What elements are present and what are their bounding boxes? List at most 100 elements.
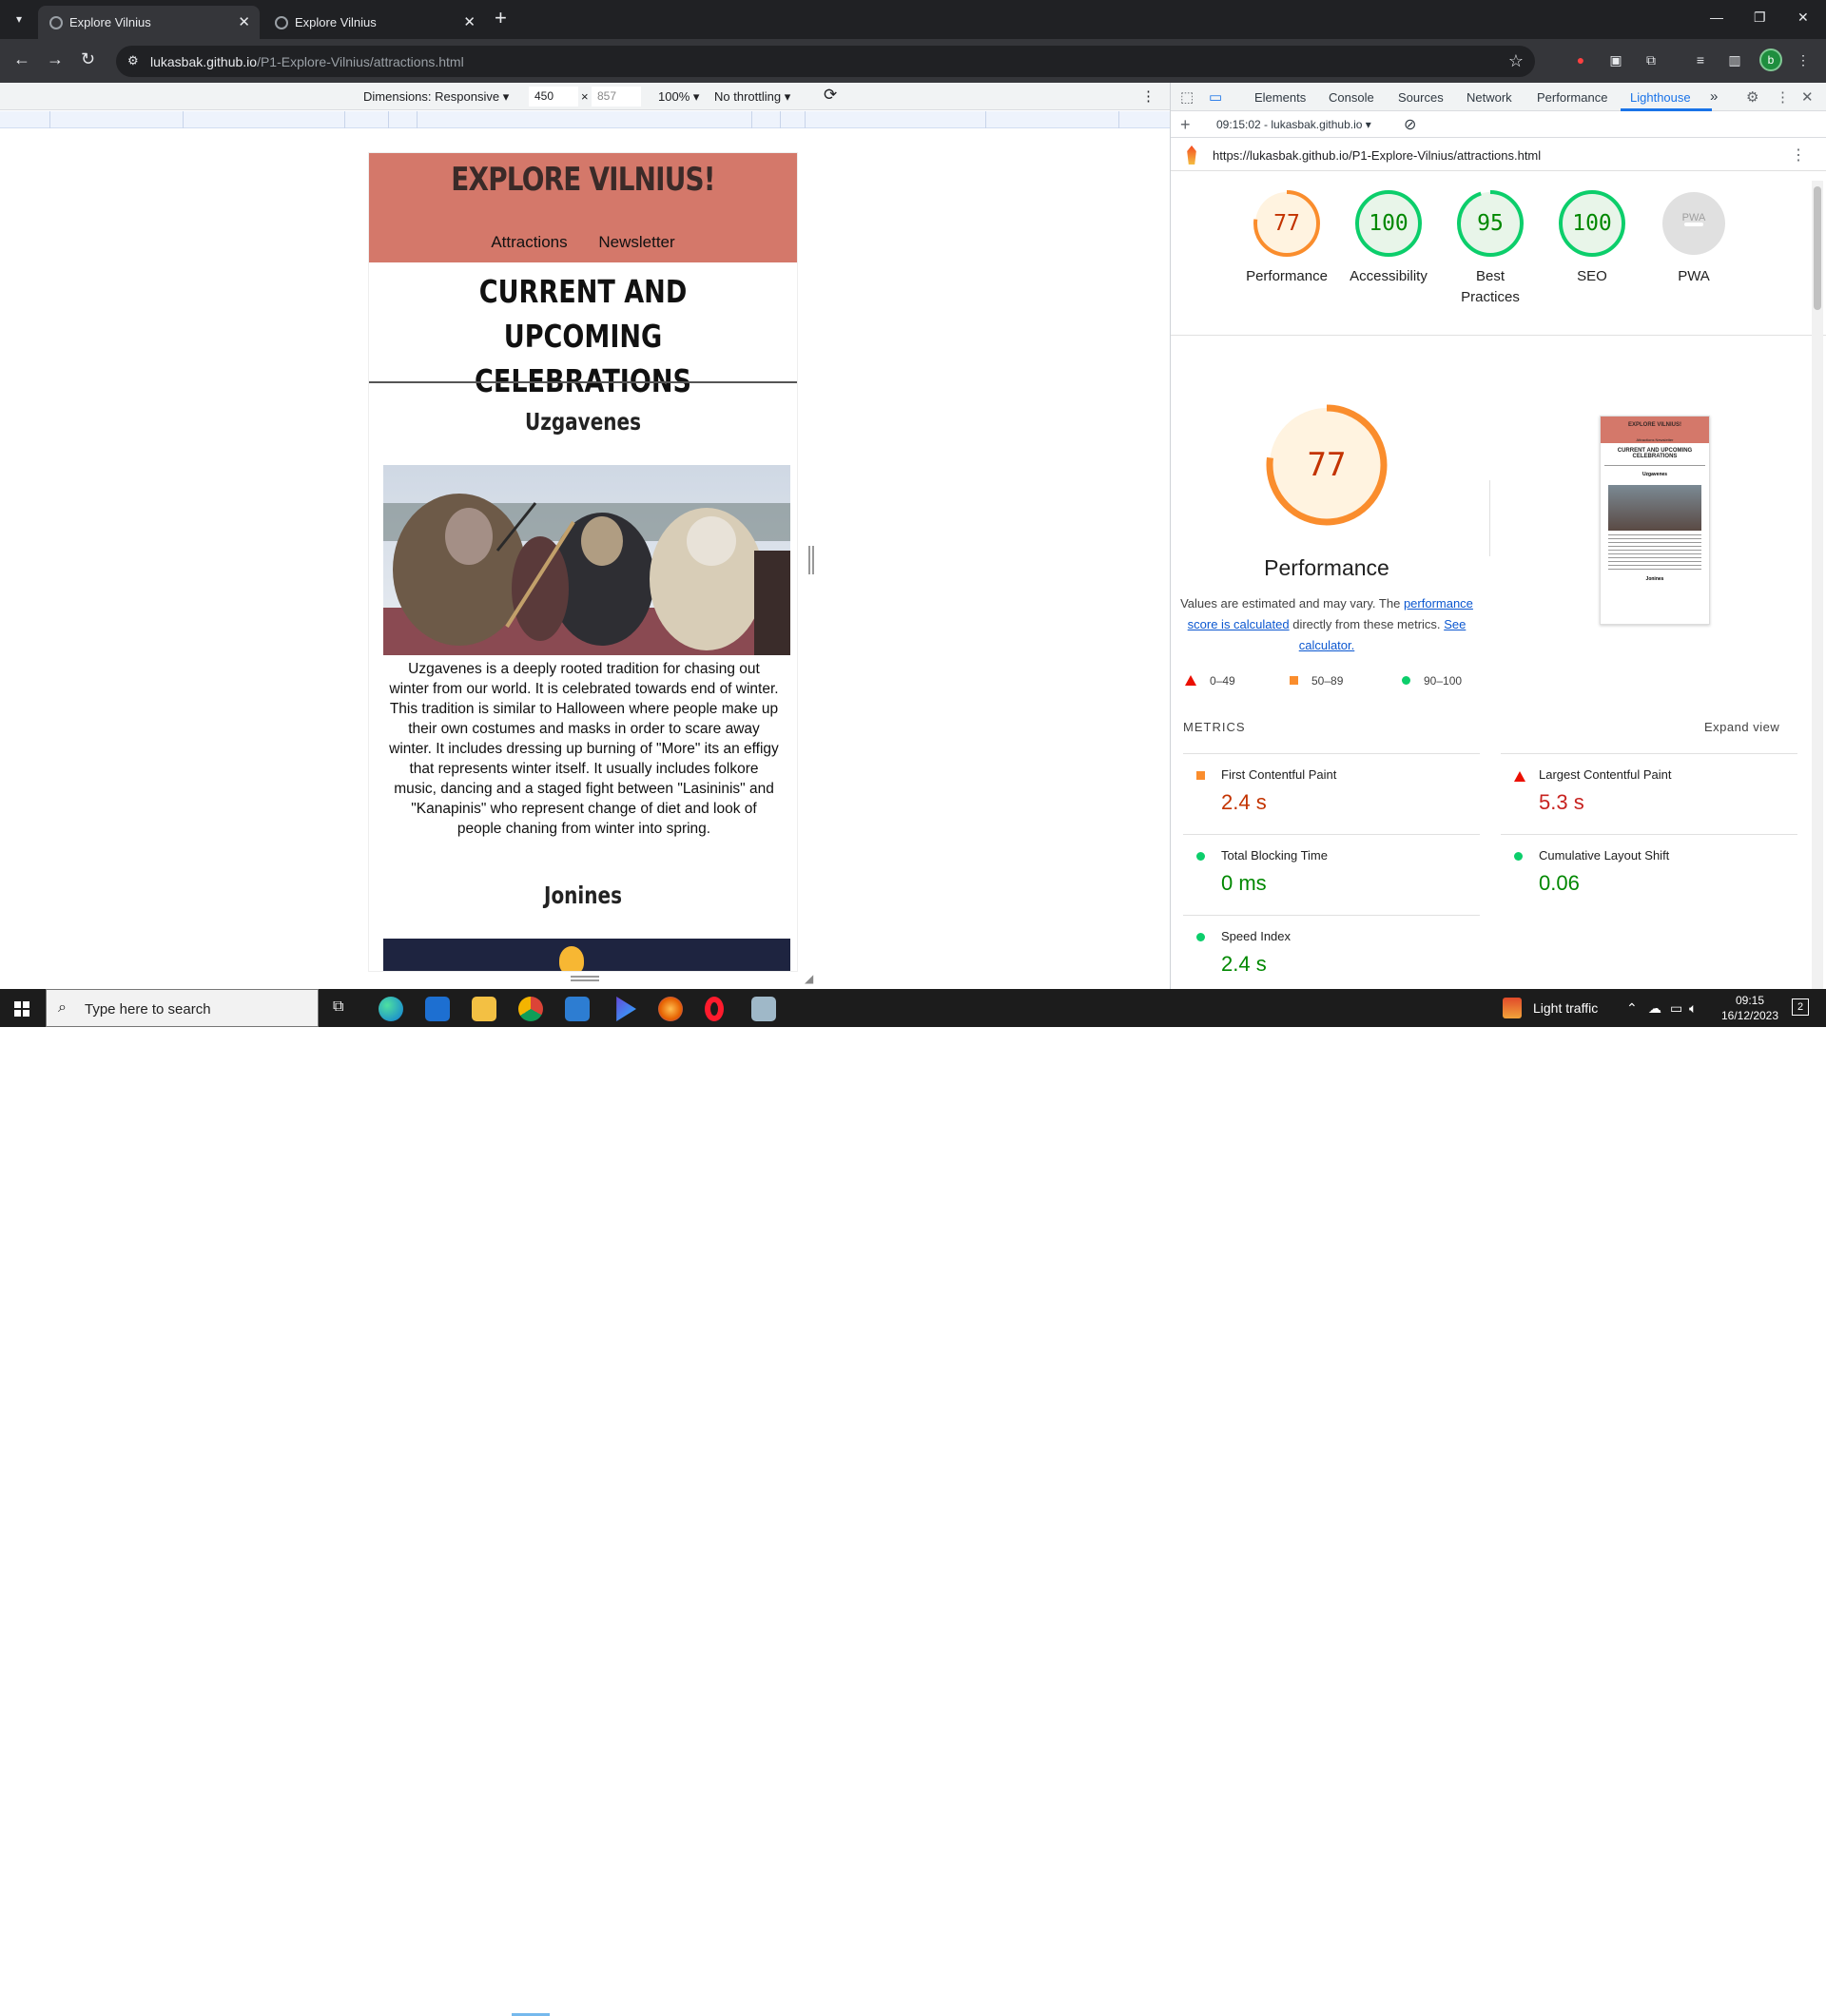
browser-tab-active[interactable]: Explore Vilnius ✕: [38, 6, 260, 39]
resize-handle-vertical[interactable]: [808, 546, 814, 574]
metric-status-icon: [1196, 933, 1205, 941]
report-menu-icon[interactable]: ⋮: [1791, 145, 1806, 165]
legend-pass: 90–100: [1402, 674, 1462, 688]
nav-newsletter-link[interactable]: Newsletter: [598, 233, 674, 251]
site-title: EXPLORE VILNIUS!: [451, 161, 715, 199]
height-input[interactable]: 857: [592, 87, 641, 107]
opera-icon[interactable]: [705, 997, 724, 1021]
notifications-icon[interactable]: 2: [1792, 998, 1809, 1016]
close-devtools-icon[interactable]: ✕: [1801, 88, 1814, 106]
device-menu-icon[interactable]: ⋮: [1141, 87, 1156, 105]
media-icon[interactable]: ≡: [1691, 50, 1710, 69]
gauge-accessibility[interactable]: 100: [1354, 189, 1423, 258]
network-icon[interactable]: ▭: [1670, 1000, 1682, 1017]
more-tabs-icon[interactable]: »: [1710, 88, 1718, 105]
resize-handle-horizontal[interactable]: [571, 976, 599, 981]
close-tab-icon[interactable]: ✕: [238, 13, 250, 30]
metrics-title: METRICS: [1183, 720, 1246, 734]
taskbar-clock[interactable]: 09:15 16/12/2023: [1712, 993, 1788, 1023]
volume-icon[interactable]: 🔈︎: [1689, 1000, 1697, 1017]
gauge-pwa[interactable]: PWA: [1660, 189, 1728, 258]
store-icon[interactable]: [565, 997, 590, 1021]
page-screenshot-thumbnail[interactable]: EXPLORE VILNIUS! Attractions Newsletter …: [1600, 416, 1710, 625]
media-player-icon[interactable]: [616, 997, 636, 1021]
task-view-icon[interactable]: ⧉: [333, 998, 343, 1016]
new-report-icon[interactable]: +: [1180, 115, 1191, 135]
firefox-icon[interactable]: [658, 997, 683, 1021]
device-toggle-icon[interactable]: ▭: [1209, 88, 1222, 106]
tab-elements[interactable]: Elements: [1254, 90, 1306, 105]
dimensions-dropdown[interactable]: Dimensions: Responsive ▾: [363, 89, 509, 105]
puzzle-icon[interactable]: ⧉: [1641, 50, 1661, 69]
media-query-bar[interactable]: [0, 111, 1170, 128]
metric-speed-index: Speed Index 2.4 s: [1183, 915, 1480, 996]
devtools-scrollbar[interactable]: [1812, 181, 1823, 989]
performance-gauge-large: 77: [1265, 403, 1389, 527]
tab-console[interactable]: Console: [1329, 90, 1374, 105]
avatar[interactable]: b: [1759, 48, 1782, 71]
extension-red-icon[interactable]: ●: [1571, 50, 1590, 69]
close-window-button[interactable]: ✕: [1797, 10, 1809, 26]
close-tab-icon[interactable]: ✕: [463, 13, 476, 30]
metric-status-icon: [1514, 771, 1525, 782]
section-title-uzgavenes: Uzgavenes: [524, 408, 641, 436]
address-bar[interactable]: ⚙ lukasbak.github.io/P1-Explore-Vilnius/…: [116, 46, 1535, 77]
gauge-performance[interactable]: 77: [1253, 189, 1321, 258]
report-url[interactable]: https://lukasbak.github.io/P1-Explore-Vi…: [1213, 148, 1541, 163]
tab-performance[interactable]: Performance: [1537, 90, 1607, 105]
inspect-element-icon[interactable]: ⬚: [1180, 88, 1194, 106]
gauge-best-practices[interactable]: 95: [1456, 189, 1525, 258]
tab-lighthouse[interactable]: Lighthouse: [1630, 90, 1691, 105]
gauge-seo[interactable]: 100: [1558, 189, 1626, 258]
report-selector[interactable]: 09:15:02 - lukasbak.github.io ▾: [1216, 118, 1371, 131]
url-text[interactable]: lukasbak.github.io/P1-Explore-Vilnius/at…: [150, 54, 464, 69]
forward-button[interactable]: →: [47, 50, 64, 68]
performance-score-large: 77: [1307, 446, 1347, 484]
minimize-button[interactable]: —: [1710, 10, 1723, 25]
lighthouse-toolbar: + 09:15:02 - lukasbak.github.io ▾ ⊘: [1171, 112, 1826, 138]
gauge-score: 100: [1369, 211, 1408, 236]
chrome-icon[interactable]: [518, 997, 543, 1021]
taskbar-search[interactable]: ⌕ Type here to search: [46, 989, 319, 1027]
tab-network[interactable]: Network: [1467, 90, 1512, 105]
site-info-icon[interactable]: ⚙: [127, 53, 143, 68]
app-icon[interactable]: [751, 997, 776, 1021]
jonines-photo: [383, 939, 790, 971]
browser-tab[interactable]: Explore Vilnius ✕: [263, 6, 485, 39]
rotate-icon[interactable]: ⟳: [824, 86, 837, 105]
metric-value: 2.4 s: [1221, 790, 1267, 814]
devtools-menu-icon[interactable]: ⋮: [1776, 88, 1790, 106]
zoom-dropdown[interactable]: 100% ▾: [658, 89, 699, 105]
bookmark-star-icon[interactable]: ☆: [1508, 51, 1524, 71]
restore-button[interactable]: ❐: [1754, 10, 1766, 26]
file-explorer-icon[interactable]: [472, 997, 496, 1021]
width-input[interactable]: 450: [529, 87, 578, 107]
side-panel-icon[interactable]: ▥: [1725, 50, 1744, 69]
globe-icon: [275, 16, 288, 29]
cloud-icon[interactable]: ☁: [1648, 1000, 1661, 1017]
performance-title: Performance: [1264, 555, 1389, 580]
tab-sources[interactable]: Sources: [1398, 90, 1444, 105]
traffic-icon[interactable]: [1503, 998, 1522, 1018]
nav-attractions-link[interactable]: Attractions: [491, 233, 567, 251]
edge-icon[interactable]: [379, 997, 403, 1021]
mail-icon[interactable]: [425, 997, 450, 1021]
tray-chevron-icon[interactable]: ⌃: [1626, 1000, 1638, 1017]
devtools-tabbar: ⬚ ▭ Elements Console Sources Network Per…: [1171, 83, 1826, 111]
extension-icon[interactable]: ▣: [1606, 50, 1625, 69]
expand-view-button[interactable]: Expand view: [1704, 720, 1779, 734]
reload-button[interactable]: ↻: [81, 50, 95, 68]
menu-kebab-icon[interactable]: ⋮: [1794, 50, 1813, 69]
traffic-text[interactable]: Light traffic: [1533, 1000, 1598, 1016]
tab-search-button[interactable]: ▾: [8, 8, 30, 30]
gauge-label: Accessibility: [1350, 268, 1428, 284]
settings-gear-icon[interactable]: ⚙: [1746, 88, 1758, 106]
gauge-label: PWA: [1678, 268, 1710, 284]
back-button[interactable]: ←: [13, 50, 30, 68]
throttling-dropdown[interactable]: No throttling ▾: [714, 89, 790, 105]
clear-reports-icon[interactable]: ⊘: [1404, 115, 1416, 134]
gauge-label: Best Practices: [1461, 268, 1520, 305]
windows-start-icon[interactable]: [14, 1001, 29, 1017]
new-tab-button[interactable]: +: [495, 8, 507, 29]
resize-corner-icon[interactable]: ◢: [805, 972, 813, 985]
